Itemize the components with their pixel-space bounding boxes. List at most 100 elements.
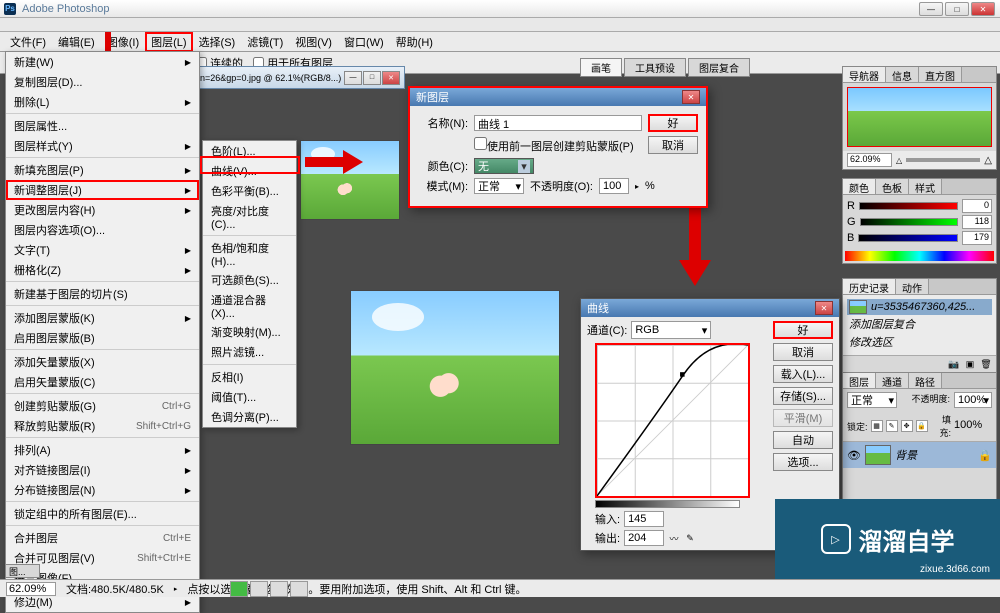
blend-mode-dropdown[interactable]: 正常: [847, 392, 897, 408]
menu-帮助[interactable]: 帮助(H): [390, 32, 439, 52]
output-value[interactable]: 204: [624, 530, 664, 546]
menu-item[interactable]: 锁定组中的所有图层(E)...: [6, 504, 199, 526]
menu-视图[interactable]: 视图(V): [289, 32, 338, 52]
zoom-slider[interactable]: [906, 158, 980, 162]
canvas-image-large[interactable]: [350, 290, 560, 445]
opacity-arrow-icon[interactable]: ▸: [635, 182, 639, 191]
menu-item[interactable]: 启用图层蒙版(B): [6, 328, 199, 350]
r-value[interactable]: 0: [962, 199, 992, 213]
layer-row-background[interactable]: 👁 背景 🔒: [843, 442, 996, 468]
b-value[interactable]: 179: [962, 231, 992, 245]
doc-min-button[interactable]: —: [344, 71, 362, 85]
menu-item[interactable]: 新调整图层(J)▶: [6, 180, 199, 200]
menu-item[interactable]: 释放剪贴蒙版(R)Shift+Ctrl+G: [6, 416, 199, 438]
trash-icon[interactable]: 🗑: [980, 358, 992, 370]
opacity-input[interactable]: 100: [599, 178, 629, 194]
channel-dropdown[interactable]: RGB: [631, 321, 711, 339]
swatches-tab[interactable]: 色板: [876, 179, 909, 194]
new-layer-titlebar[interactable]: 新图层 ✕: [410, 88, 706, 106]
info-tab[interactable]: 信息: [886, 67, 919, 82]
history-item[interactable]: 修改选区: [847, 333, 992, 351]
menu-item[interactable]: 新建基于图层的切片(S): [6, 284, 199, 306]
menu-item[interactable]: 删除(L)▶: [6, 92, 199, 114]
menu-item[interactable]: 文字(T)▶: [6, 240, 199, 260]
menu-窗口[interactable]: 窗口(W): [338, 32, 390, 52]
status-arrow-icon[interactable]: ▸: [174, 585, 178, 593]
status-doc-tab[interactable]: 图...: [5, 564, 40, 578]
curves-save-button[interactable]: 存储(S)...: [773, 387, 833, 405]
submenu-item[interactable]: 亮度/对比度(C)...: [203, 201, 296, 233]
lock-position-icon[interactable]: ✥: [901, 420, 913, 432]
clip-checkbox[interactable]: 使用前一图层创建剪贴蒙版(P): [474, 137, 642, 154]
tray-icon-1[interactable]: [230, 581, 248, 597]
new-doc-icon[interactable]: ▣: [964, 358, 976, 370]
ok-button[interactable]: 好: [648, 114, 698, 132]
pencil-tool-icon[interactable]: ✎: [684, 532, 696, 544]
menu-item[interactable]: 图层样式(Y)▶: [6, 136, 199, 158]
curves-graph[interactable]: [595, 343, 750, 498]
menu-item[interactable]: 新建(W)▶: [6, 52, 199, 72]
curves-load-button[interactable]: 载入(L)...: [773, 365, 833, 383]
curves-titlebar[interactable]: 曲线 ✕: [581, 299, 839, 317]
cancel-button[interactable]: 取消: [648, 136, 698, 154]
menu-item[interactable]: 创建剪贴蒙版(G)Ctrl+G: [6, 396, 199, 416]
color-spectrum[interactable]: [845, 251, 994, 261]
lock-pixels-icon[interactable]: ✎: [886, 420, 898, 432]
zoom-out-icon[interactable]: △: [896, 156, 902, 165]
submenu-item[interactable]: 色彩平衡(B)...: [203, 181, 296, 201]
menu-item[interactable]: 栅格化(Z)▶: [6, 260, 199, 282]
menu-item[interactable]: 排列(A)▶: [6, 440, 199, 460]
layers-tab[interactable]: 图层: [843, 373, 876, 388]
g-slider[interactable]: [860, 218, 958, 226]
menu-item[interactable]: 添加图层蒙版(K)▶: [6, 308, 199, 328]
doc-max-button[interactable]: □: [363, 71, 381, 85]
minimize-button[interactable]: —: [919, 2, 943, 16]
visibility-icon[interactable]: 👁: [847, 448, 861, 462]
color-tab[interactable]: 颜色: [843, 179, 876, 194]
actions-tab[interactable]: 动作: [896, 279, 929, 294]
doc-close-button[interactable]: ✕: [382, 71, 400, 85]
color-dropdown[interactable]: 无: [474, 158, 534, 174]
navigator-preview[interactable]: [847, 87, 992, 147]
curves-close-button[interactable]: ✕: [815, 301, 833, 315]
input-value[interactable]: 145: [624, 511, 664, 527]
menu-文件[interactable]: 文件(F): [4, 32, 52, 52]
document-window-header[interactable]: n=26&gp=0.jpg @ 62.1%(RGB/8...) — □ ✕: [195, 66, 405, 89]
fill-input[interactable]: 100%: [954, 419, 992, 433]
curves-smooth-button[interactable]: 平滑(M): [773, 409, 833, 427]
menu-item[interactable]: 新填充图层(P)▶: [6, 160, 199, 180]
mode-dropdown[interactable]: 正常: [474, 178, 524, 194]
g-value[interactable]: 118: [962, 215, 992, 229]
lock-transparency-icon[interactable]: ▦: [871, 420, 883, 432]
menu-滤镜[interactable]: 滤镜(T): [241, 32, 289, 52]
name-input[interactable]: 曲线 1: [474, 115, 642, 131]
status-zoom[interactable]: 62.09%: [6, 582, 56, 596]
submenu-item[interactable]: 照片滤镜...: [203, 342, 296, 362]
new-layer-close-button[interactable]: ✕: [682, 90, 700, 104]
zoom-in-icon[interactable]: △: [984, 155, 992, 166]
canvas-tab-layercomp[interactable]: 图层复合: [688, 58, 750, 77]
history-snapshot[interactable]: u=3535467360,425...: [847, 299, 992, 315]
zoom-input[interactable]: 62.09%: [847, 153, 892, 167]
menu-item[interactable]: 添加矢量蒙版(X): [6, 352, 199, 372]
histogram-tab[interactable]: 直方图: [919, 67, 962, 82]
submenu-item[interactable]: 通道混合器(X)...: [203, 290, 296, 322]
b-slider[interactable]: [858, 234, 958, 242]
layer-thumbnail[interactable]: [865, 445, 891, 465]
canvas-tab-brush[interactable]: 画笔: [580, 58, 622, 77]
menu-item[interactable]: 复制图层(D)...: [6, 72, 199, 92]
curve-tool-icon[interactable]: 〰: [668, 532, 680, 544]
tray-icon-4[interactable]: [290, 581, 308, 597]
new-snapshot-icon[interactable]: 📷: [948, 358, 960, 370]
submenu-item[interactable]: 阈值(T)...: [203, 387, 296, 407]
canvas-tab-toolpreset[interactable]: 工具预设: [624, 58, 686, 77]
menu-item[interactable]: 启用矢量蒙版(C): [6, 372, 199, 394]
styles-tab[interactable]: 样式: [909, 179, 942, 194]
submenu-item[interactable]: 色相/饱和度(H)...: [203, 238, 296, 270]
close-button[interactable]: ✕: [971, 2, 995, 16]
menu-item[interactable]: 对齐链接图层(I)▶: [6, 460, 199, 480]
layer-name[interactable]: 背景: [895, 447, 917, 463]
paths-tab[interactable]: 路径: [909, 373, 942, 388]
history-item[interactable]: 添加图层复合: [847, 315, 992, 333]
submenu-item[interactable]: 渐变映射(M)...: [203, 322, 296, 342]
